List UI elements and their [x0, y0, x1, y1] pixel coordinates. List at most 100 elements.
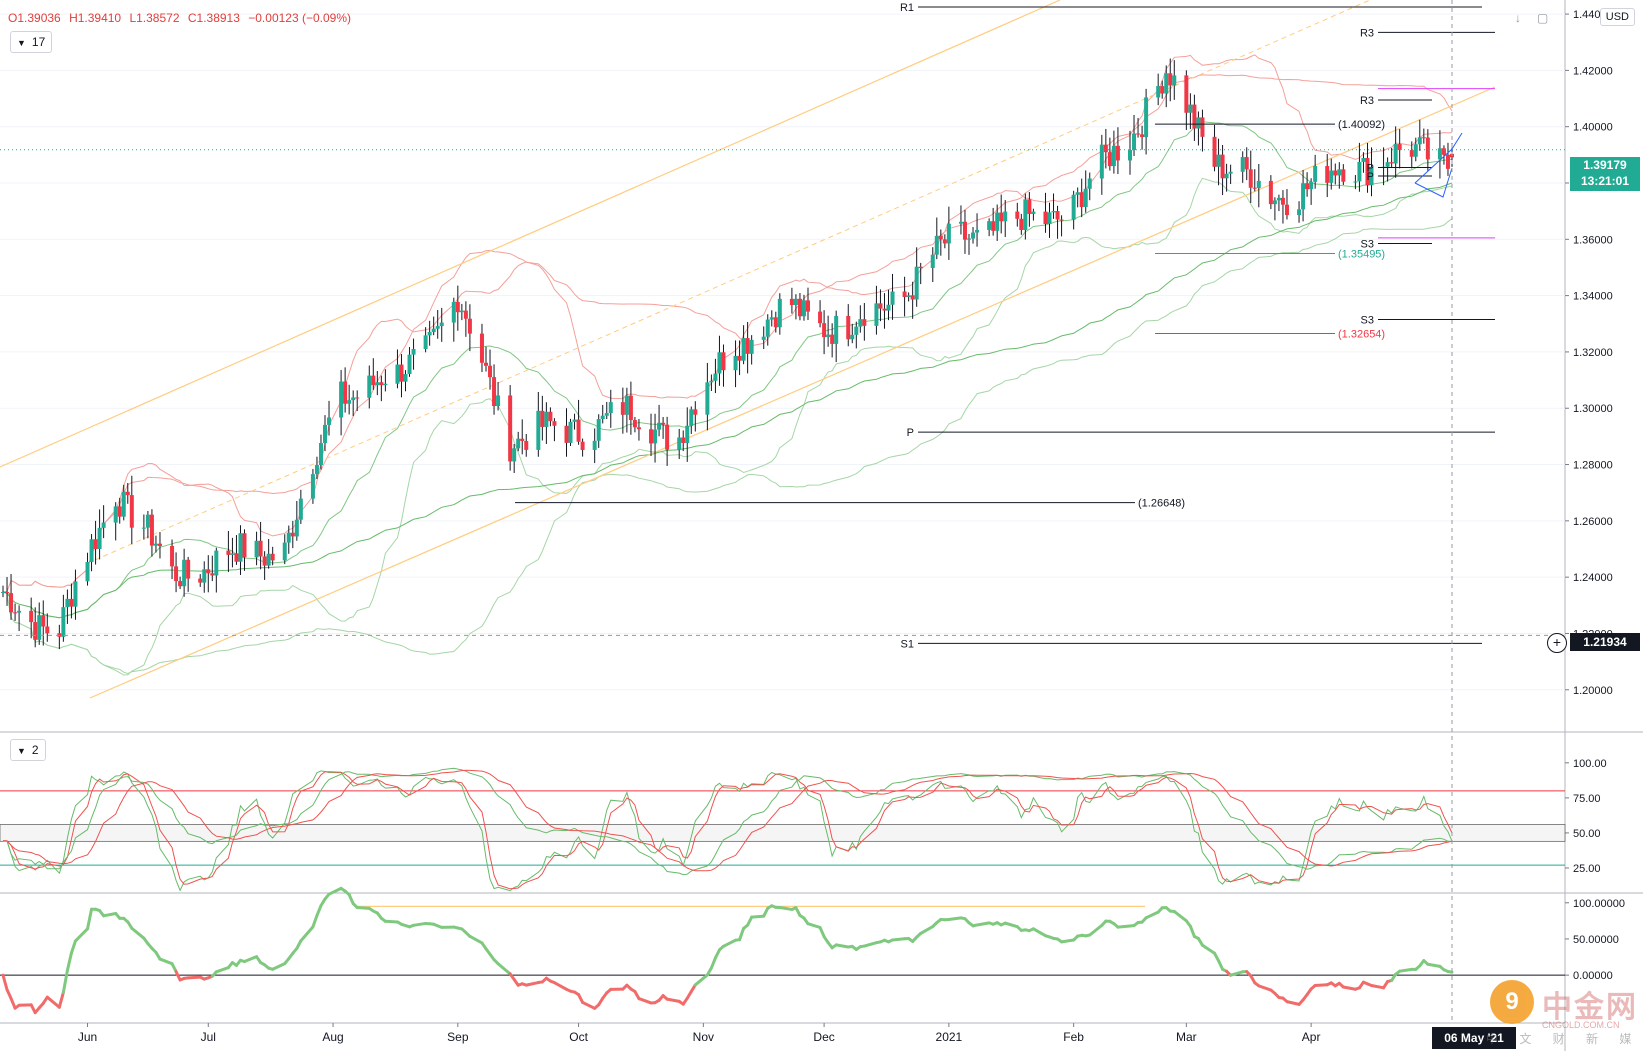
- candle-body[interactable]: [290, 532, 295, 537]
- candle-body[interactable]: [1305, 183, 1310, 190]
- candle-body[interactable]: [962, 221, 967, 240]
- candle-body[interactable]: [467, 318, 472, 334]
- candle-body[interactable]: [548, 411, 553, 422]
- candle-body[interactable]: [73, 581, 78, 607]
- candle-body[interactable]: [681, 437, 686, 443]
- candle-body[interactable]: [572, 419, 577, 422]
- candle-body[interactable]: [258, 540, 263, 557]
- candle-body[interactable]: [1228, 171, 1233, 174]
- candle-body[interactable]: [1023, 199, 1028, 231]
- candle-body[interactable]: [323, 424, 327, 444]
- candle-body[interactable]: [1389, 162, 1394, 164]
- candle-body[interactable]: [1132, 133, 1137, 151]
- candle-body[interactable]: [999, 212, 1004, 222]
- candle-body[interactable]: [1003, 211, 1008, 222]
- candle-body[interactable]: [1297, 209, 1302, 216]
- candle-body[interactable]: [1268, 180, 1273, 205]
- candle-body[interactable]: [97, 527, 102, 549]
- candle-body[interactable]: [717, 352, 722, 374]
- candle-body[interactable]: [882, 308, 887, 311]
- candle-body[interactable]: [45, 626, 50, 634]
- candle-body[interactable]: [5, 592, 10, 594]
- candle-body[interactable]: [439, 322, 444, 327]
- candle-body[interactable]: [1200, 117, 1205, 137]
- candle-body[interactable]: [37, 615, 42, 640]
- candle-body[interactable]: [854, 326, 859, 335]
- candle-body[interactable]: [958, 221, 963, 224]
- candle-body[interactable]: [801, 300, 806, 317]
- candle-body[interactable]: [608, 402, 613, 414]
- candle-body[interactable]: [1284, 204, 1289, 216]
- candle-body[interactable]: [1047, 212, 1052, 224]
- candle-body[interactable]: [463, 310, 468, 319]
- arrow-down-icon[interactable]: ↓: [1515, 11, 1521, 25]
- candle-body[interactable]: [170, 545, 175, 567]
- candle-body[interactable]: [600, 415, 605, 420]
- candle-body[interactable]: [592, 440, 597, 450]
- candle-body[interactable]: [1196, 117, 1201, 129]
- candle-body[interactable]: [705, 382, 710, 415]
- candle-body[interactable]: [226, 550, 231, 555]
- candle-body[interactable]: [1075, 192, 1080, 195]
- candle-body[interactable]: [157, 543, 162, 546]
- candle-body[interactable]: [773, 317, 778, 328]
- candle-body[interactable]: [379, 382, 384, 386]
- candle-body[interactable]: [657, 422, 662, 430]
- candle-body[interactable]: [1111, 145, 1116, 167]
- candle-body[interactable]: [1413, 144, 1418, 157]
- candle-body[interactable]: [347, 400, 352, 404]
- candle-body[interactable]: [492, 377, 497, 407]
- candle-body[interactable]: [298, 498, 303, 520]
- candle-body[interactable]: [806, 300, 810, 312]
- candle-body[interactable]: [318, 443, 323, 466]
- candle-body[interactable]: [910, 295, 915, 300]
- candle-body[interactable]: [1441, 148, 1446, 155]
- candle-body[interactable]: [89, 539, 94, 563]
- candle-body[interactable]: [1136, 133, 1141, 135]
- candle-body[interactable]: [1252, 187, 1257, 189]
- candle-body[interactable]: [459, 310, 464, 313]
- chart-canvas[interactable]: 1.200001.220001.240001.260001.280001.300…: [0, 0, 1643, 1051]
- candle-body[interactable]: [1144, 97, 1149, 138]
- candle-body[interactable]: [234, 553, 239, 562]
- candle-body[interactable]: [914, 266, 919, 300]
- candle-body[interactable]: [632, 420, 637, 428]
- candle-body[interactable]: [343, 381, 348, 404]
- candle-body[interactable]: [117, 506, 122, 517]
- candle-body[interactable]: [741, 338, 746, 361]
- candle-body[interactable]: [41, 615, 46, 627]
- candle-body[interactable]: [113, 506, 118, 523]
- candle-body[interactable]: [1192, 104, 1197, 129]
- candle-body[interactable]: [862, 319, 867, 326]
- candle-body[interactable]: [395, 364, 400, 384]
- candle-body[interactable]: [230, 553, 235, 555]
- candle-body[interactable]: [709, 380, 714, 383]
- candle-body[interactable]: [745, 338, 750, 354]
- candle-body[interactable]: [1276, 197, 1281, 201]
- candle-body[interactable]: [286, 532, 291, 543]
- candle-body[interactable]: [17, 610, 22, 613]
- candle-body[interactable]: [1172, 75, 1177, 86]
- candle-body[interactable]: [1027, 199, 1032, 214]
- candle-body[interactable]: [508, 395, 513, 462]
- candle-body[interactable]: [1337, 169, 1342, 176]
- candle-body[interactable]: [282, 542, 287, 561]
- candle-body[interactable]: [484, 362, 488, 366]
- candle-body[interactable]: [826, 334, 831, 338]
- candle-body[interactable]: [69, 598, 74, 607]
- candle-body[interactable]: [797, 298, 802, 317]
- candle-body[interactable]: [1244, 157, 1249, 170]
- candle-body[interactable]: [488, 365, 493, 378]
- candle-body[interactable]: [145, 514, 150, 528]
- candle-body[interactable]: [262, 556, 267, 566]
- candle-body[interactable]: [1325, 166, 1330, 183]
- candle-body[interactable]: [1280, 197, 1285, 205]
- candle-body[interactable]: [850, 334, 855, 340]
- candle-body[interactable]: [367, 375, 372, 398]
- candle-body[interactable]: [649, 429, 654, 444]
- candle-body[interactable]: [689, 409, 694, 426]
- candle-body[interactable]: [858, 319, 863, 327]
- candle-body[interactable]: [1385, 162, 1390, 167]
- candle-body[interactable]: [918, 266, 923, 269]
- candle-body[interactable]: [665, 424, 670, 450]
